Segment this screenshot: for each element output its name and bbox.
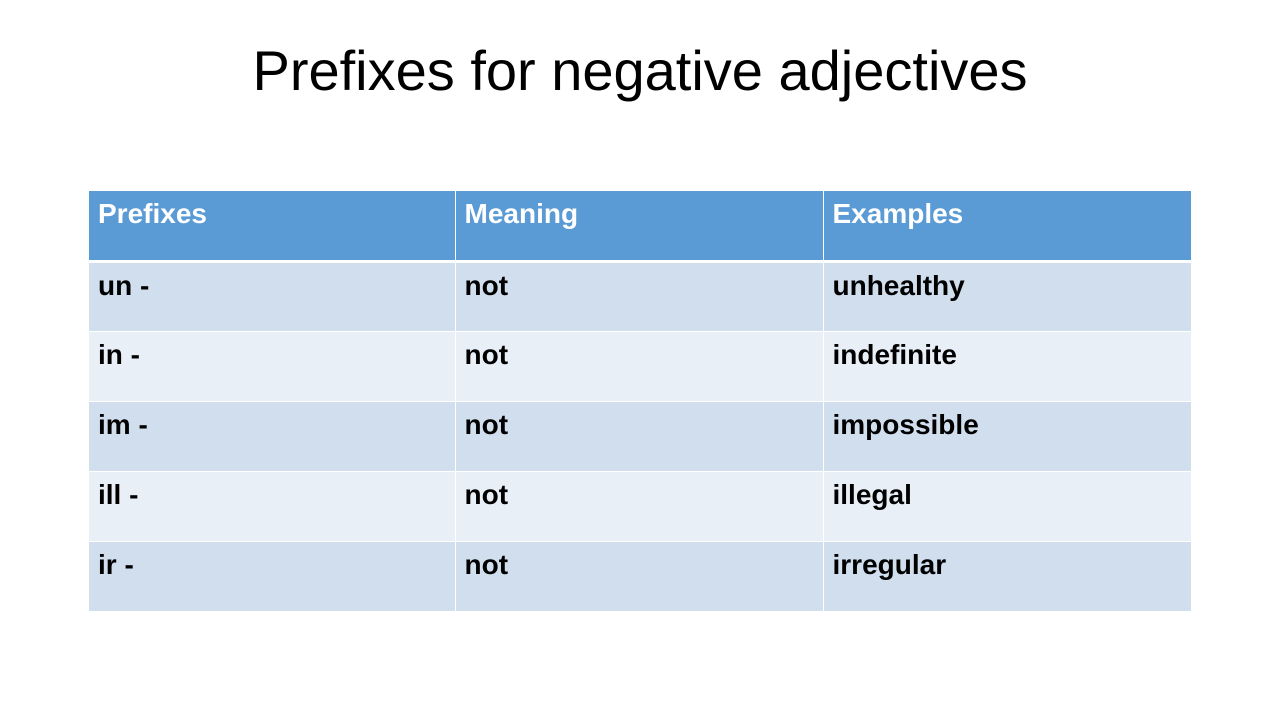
table-header-row: Prefixes Meaning Examples (89, 191, 1191, 263)
cell-prefix: ill - (89, 470, 456, 542)
slide-title: Prefixes for negative adjectives (252, 39, 1028, 102)
table-row: ir - not irregular (89, 540, 1191, 611)
cell-prefix: un - (89, 260, 456, 332)
cell-example: illegal (822, 470, 1191, 542)
cell-meaning: not (454, 540, 824, 611)
header-prefixes: Prefixes (89, 191, 456, 263)
cell-meaning: not (454, 260, 824, 332)
table-row: in - not indefinite (89, 330, 1191, 402)
cell-meaning: not (454, 330, 824, 402)
cell-prefix: im - (89, 400, 456, 472)
table-row: im - not impossible (89, 400, 1191, 472)
table-row: ill - not illegal (89, 470, 1191, 542)
cell-example: indefinite (822, 330, 1191, 402)
header-examples: Examples (822, 191, 1191, 263)
prefix-table: Prefixes Meaning Examples un - not unhea… (89, 191, 1191, 611)
cell-meaning: not (454, 400, 824, 472)
cell-example: unhealthy (822, 260, 1191, 332)
cell-prefix: in - (89, 330, 456, 402)
cell-meaning: not (454, 470, 824, 542)
cell-example: impossible (822, 400, 1191, 472)
table-row: un - not unhealthy (89, 260, 1191, 332)
cell-prefix: ir - (89, 540, 456, 611)
header-meaning: Meaning (454, 191, 824, 263)
cell-example: irregular (822, 540, 1191, 611)
